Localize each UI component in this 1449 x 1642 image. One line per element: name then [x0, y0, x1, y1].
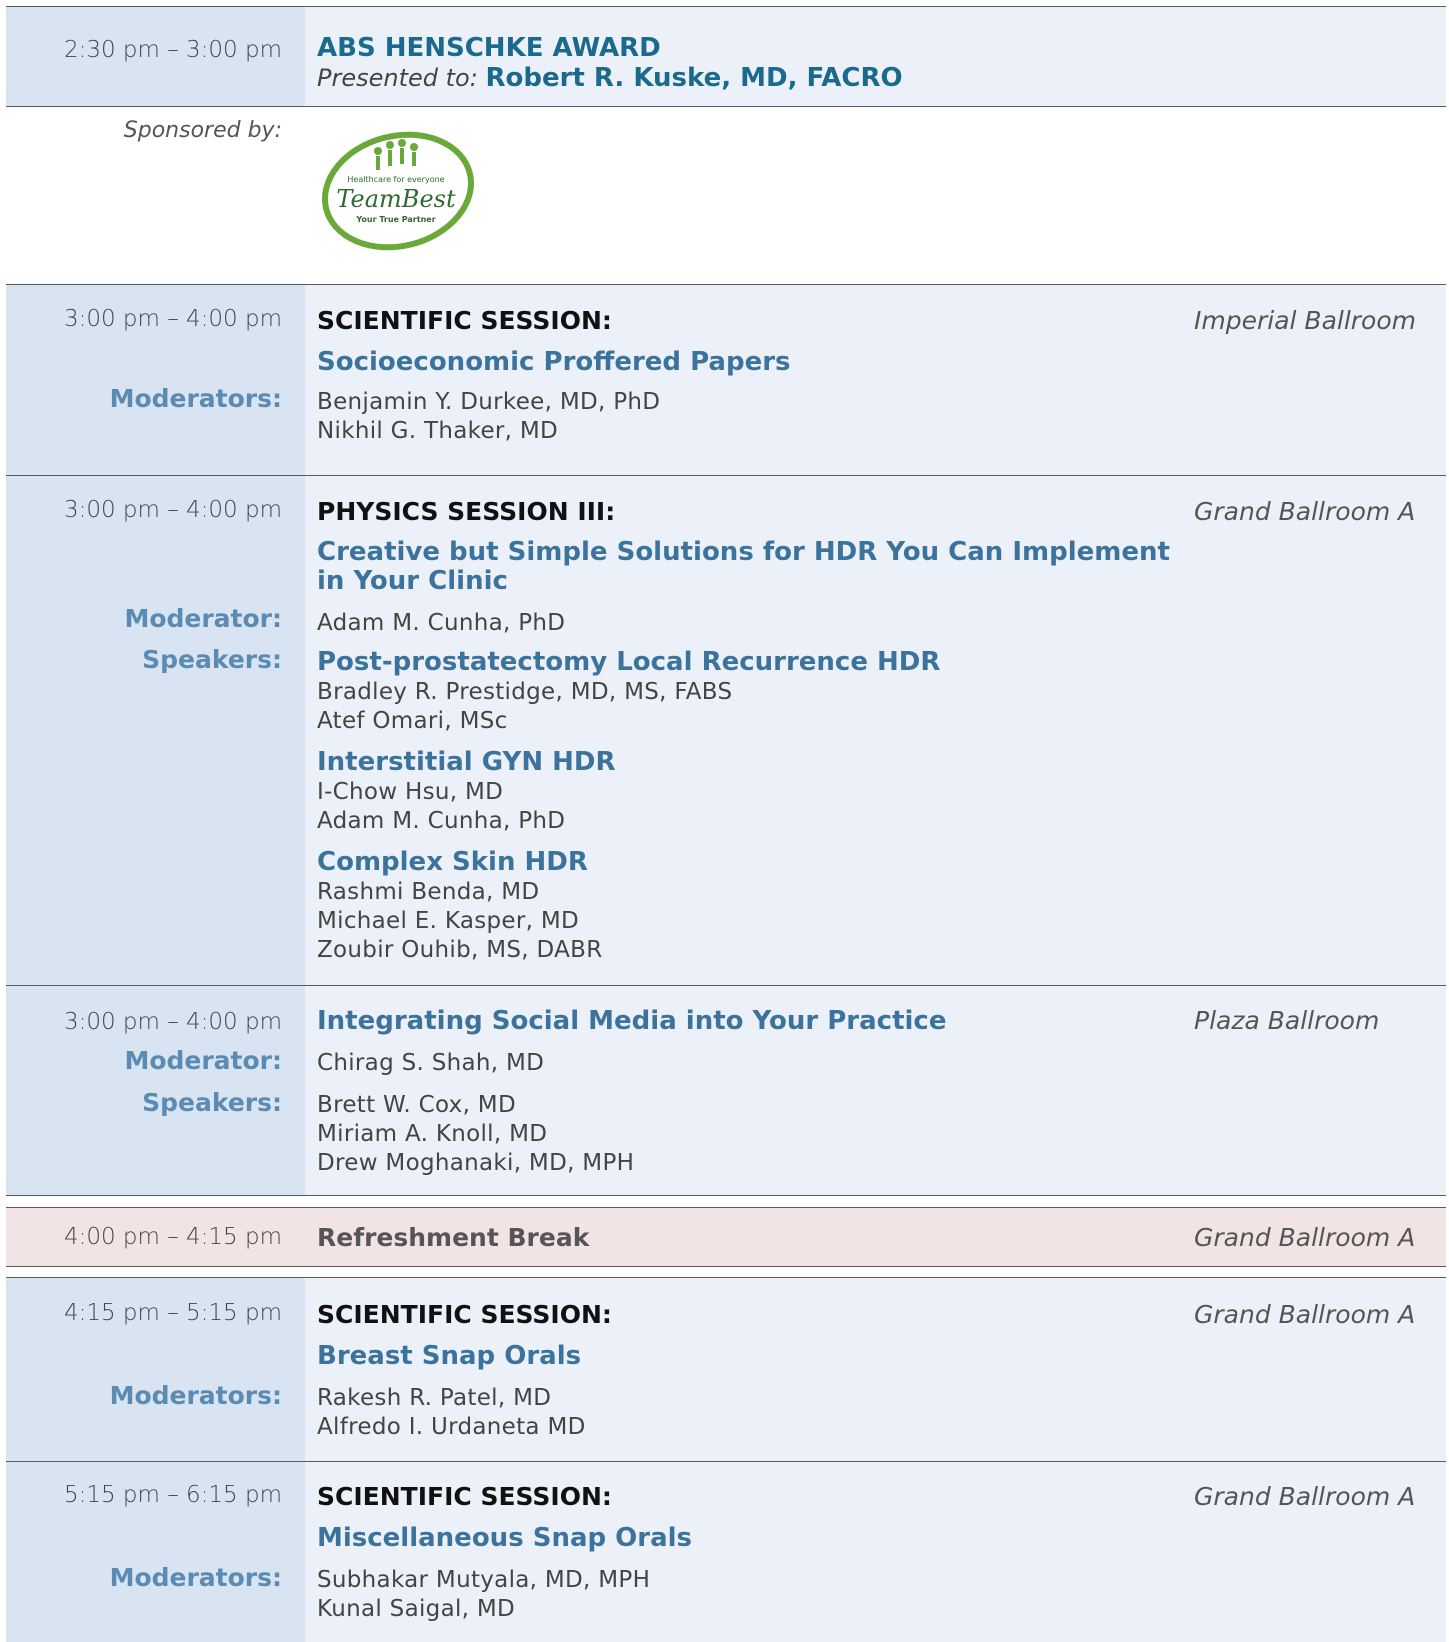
- session-header: SCIENTIFIC SESSION:: [317, 306, 612, 335]
- sponsor-row: Sponsored by: Healthcare for everyone Te…: [6, 106, 1446, 284]
- teambest-logo-icon: Healthcare for everyone TeamBest Your Tr…: [321, 131, 475, 251]
- moderator-label: Moderator:: [124, 604, 282, 633]
- session-misc-snap-orals: 5:15 pm – 6:15 pm Moderators: SCIENTIFIC…: [6, 1461, 1446, 1642]
- moderator-list: Subhakar Mutyala, MD, MPH Kunal Saigal, …: [317, 1566, 650, 1624]
- person-name: Subhakar Mutyala, MD, MPH: [317, 1567, 651, 1593]
- person-name: Drew Moghanaki, MD, MPH: [317, 1150, 635, 1176]
- session-time: 3:00 pm – 4:00 pm: [63, 497, 282, 523]
- talk-title: Complex Skin HDR: [317, 847, 588, 877]
- time-column: Sponsored by:: [6, 107, 305, 284]
- person-name: Brett W. Cox, MD: [317, 1092, 516, 1118]
- logo-name: TeamBest: [336, 185, 456, 213]
- moderators-label: Moderators:: [109, 1381, 282, 1410]
- person-name: Bradley R. Prestidge, MD, MS, FABS: [317, 679, 733, 705]
- presented-label: Presented to:: [317, 64, 478, 92]
- session-location: Grand Ballroom A: [1194, 497, 1416, 526]
- person-name: Alfredo I. Urdaneta MD: [317, 1414, 586, 1440]
- time-column: 4:00 pm – 4:15 pm: [6, 1208, 305, 1266]
- session-location: Grand Ballroom A: [1194, 1300, 1416, 1329]
- person-name: Rakesh R. Patel, MD: [317, 1385, 552, 1411]
- person-name: Atef Omari, MSc: [317, 708, 508, 734]
- time-column: 5:15 pm – 6:15 pm Moderators:: [6, 1462, 305, 1642]
- presented-name: Robert R. Kuske, MD, FACRO: [485, 63, 903, 93]
- break-time: 4:00 pm – 4:15 pm: [63, 1224, 282, 1250]
- talk-title: Post-prostatectomy Local Recurrence HDR: [317, 647, 941, 677]
- talk-speakers: Rashmi Benda, MD Michael E. Kasper, MD Z…: [317, 878, 603, 965]
- logo-subtitle: Your True Partner: [355, 215, 435, 224]
- session-header: PHYSICS SESSION III:: [317, 497, 616, 526]
- person-name: I-Chow Hsu, MD: [317, 779, 504, 805]
- speaker-list: Brett W. Cox, MD Miriam A. Knoll, MD Dre…: [317, 1091, 634, 1178]
- logo-tagline: Healthcare for everyone: [347, 175, 444, 184]
- session-header: SCIENTIFIC SESSION:: [317, 1300, 612, 1329]
- session-title: Creative but Simple Solutions for HDR Yo…: [317, 538, 1170, 596]
- session-time: 5:15 pm – 6:15 pm: [63, 1482, 282, 1508]
- talk-title: Interstitial GYN HDR: [317, 747, 616, 777]
- award-title: ABS HENSCHKE AWARD: [317, 33, 661, 63]
- session-title-line: Creative but Simple Solutions for HDR Yo…: [317, 537, 1170, 567]
- session-socioeconomic: 3:00 pm – 4:00 pm Moderators: SCIENTIFIC…: [6, 284, 1446, 475]
- break-location: Grand Ballroom A: [1194, 1223, 1416, 1252]
- session-header: SCIENTIFIC SESSION:: [317, 1482, 612, 1511]
- session-time: 3:00 pm – 4:00 pm: [63, 306, 282, 332]
- session-physics-3: 3:00 pm – 4:00 pm Moderator: Speakers: P…: [6, 475, 1446, 985]
- moderators-label: Moderators:: [109, 1563, 282, 1592]
- person-name: Michael E. Kasper, MD: [317, 908, 579, 934]
- session-title: Miscellaneous Snap Orals: [317, 1523, 693, 1553]
- refreshment-break-row: 4:00 pm – 4:15 pm Refreshment Break Gran…: [6, 1207, 1446, 1267]
- time-column: 3:00 pm – 4:00 pm Moderator: Speakers:: [6, 986, 305, 1195]
- person-name: Nikhil G. Thaker, MD: [317, 418, 559, 444]
- session-title: Integrating Social Media into Your Pract…: [317, 1006, 947, 1036]
- moderator-label: Moderator:: [124, 1046, 282, 1075]
- time-column: 4:15 pm – 5:15 pm Moderators:: [6, 1278, 305, 1461]
- talk-speakers: I-Chow Hsu, MD Adam M. Cunha, PhD: [317, 778, 565, 836]
- session-social-media: 3:00 pm – 4:00 pm Moderator: Speakers: I…: [6, 985, 1446, 1196]
- time-column: 3:00 pm – 4:00 pm Moderators:: [6, 285, 305, 475]
- person-name: Benjamin Y. Durkee, MD, PhD: [317, 389, 661, 415]
- session-title: Breast Snap Orals: [317, 1341, 582, 1371]
- session-location: Grand Ballroom A: [1194, 1482, 1416, 1511]
- moderator-list: Rakesh R. Patel, MD Alfredo I. Urdaneta …: [317, 1384, 586, 1442]
- award-row: 2:30 pm – 3:00 pm ABS HENSCHKE AWARD Pre…: [6, 6, 1446, 106]
- moderators-label: Moderators:: [109, 384, 282, 413]
- talk-speakers: Bradley R. Prestidge, MD, MS, FABS Atef …: [317, 678, 732, 736]
- time-column: 3:00 pm – 4:00 pm Moderator: Speakers:: [6, 476, 305, 985]
- person-name: Miriam A. Knoll, MD: [317, 1121, 548, 1147]
- break-title: Refreshment Break: [317, 1223, 590, 1252]
- speakers-label: Speakers:: [142, 645, 282, 674]
- moderator-list: Benjamin Y. Durkee, MD, PhD Nikhil G. Th…: [317, 388, 660, 446]
- moderator-name: Chirag S. Shah, MD: [317, 1050, 545, 1076]
- session-title: Socioeconomic Proffered Papers: [317, 347, 791, 377]
- award-presented: Presented to: Robert R. Kuske, MD, FACRO: [317, 63, 903, 93]
- time-column: 2:30 pm – 3:00 pm: [6, 7, 305, 106]
- person-name: Adam M. Cunha, PhD: [317, 808, 566, 834]
- session-location: Imperial Ballroom: [1194, 306, 1416, 335]
- person-name: Kunal Saigal, MD: [317, 1596, 516, 1622]
- session-time: 3:00 pm – 4:00 pm: [63, 1009, 282, 1035]
- session-time: 4:15 pm – 5:15 pm: [63, 1300, 282, 1326]
- speakers-label: Speakers:: [142, 1088, 282, 1117]
- sponsor-label: Sponsored by:: [123, 118, 282, 143]
- moderator-name: Adam M. Cunha, PhD: [317, 610, 566, 636]
- award-time: 2:30 pm – 3:00 pm: [63, 37, 282, 63]
- person-name: Zoubir Ouhib, MS, DABR: [317, 937, 603, 963]
- session-location: Plaza Ballroom: [1194, 1006, 1380, 1035]
- person-name: Rashmi Benda, MD: [317, 879, 540, 905]
- session-title-line: in Your Clinic: [317, 566, 508, 596]
- session-breast-snap-orals: 4:15 pm – 5:15 pm Moderators: SCIENTIFIC…: [6, 1277, 1446, 1461]
